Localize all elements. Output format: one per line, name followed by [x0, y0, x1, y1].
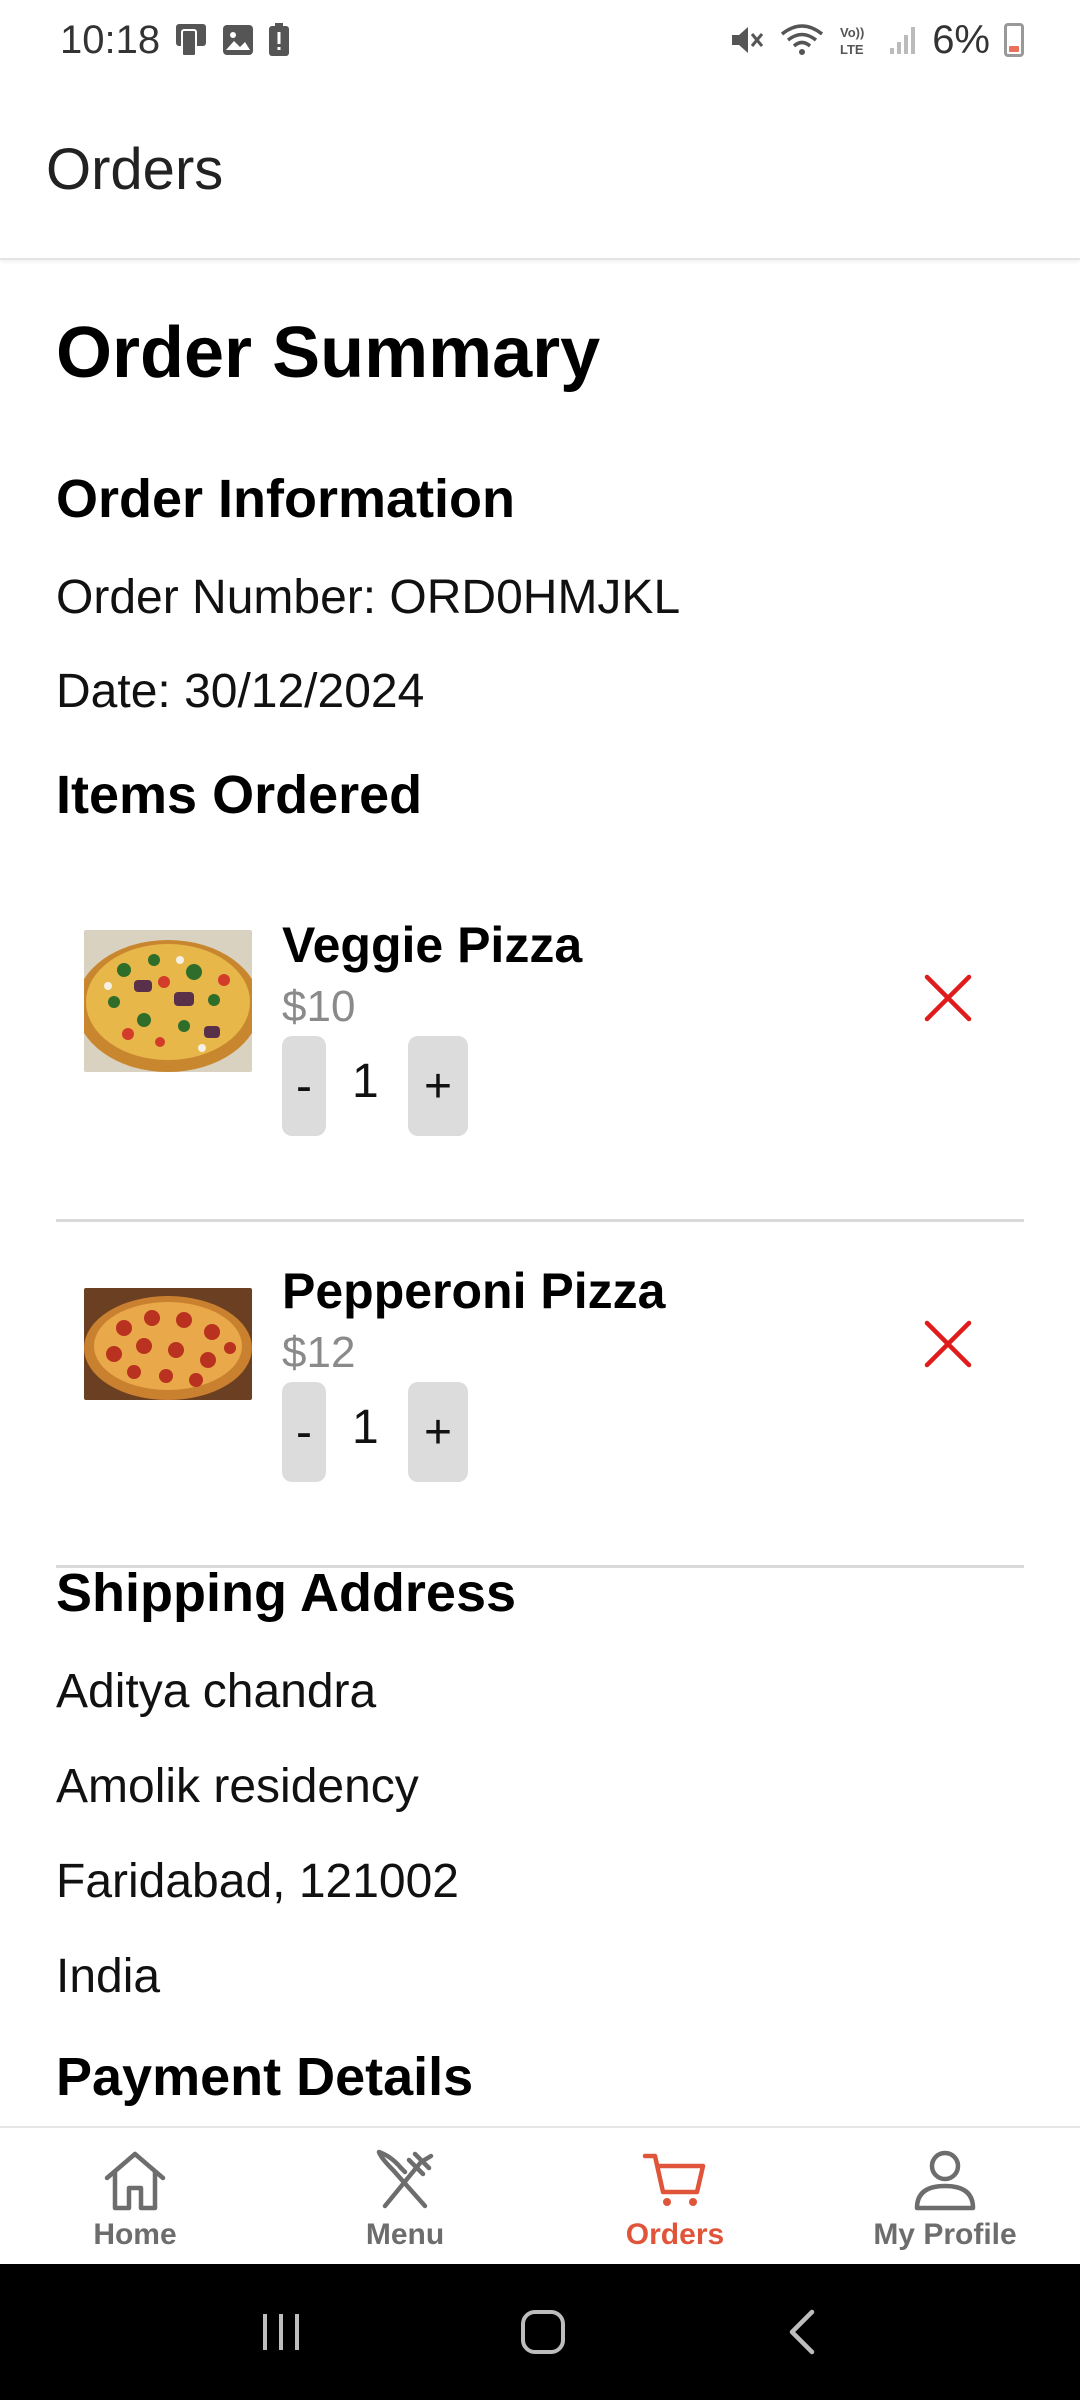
pepperoni-pizza-image	[84, 1288, 252, 1400]
shipping-city: Faridabad, 121002	[56, 1855, 459, 1908]
item-name: Veggie Pizza	[282, 917, 583, 973]
app-bar: Orders	[0, 80, 1080, 260]
home-button-icon[interactable]	[519, 2308, 567, 2356]
nav-home-label: Home	[93, 2218, 177, 2251]
volte-icon: Vo)) LTE	[838, 23, 874, 57]
orders-screen: 10:18 Vo)) LTE 6% Orders Order Summary O…	[0, 0, 1080, 2400]
item-name: Pepperoni Pizza	[282, 1263, 666, 1319]
shipping-address-heading: Shipping Address	[56, 1563, 517, 1623]
payment-details-heading: Payment Details	[56, 2047, 474, 2107]
mute-icon	[730, 24, 766, 56]
tablet-icon	[174, 22, 208, 58]
item-quantity: 1	[352, 1055, 379, 1108]
home-icon	[104, 2151, 166, 2211]
close-icon	[924, 974, 972, 1022]
increase-quantity-button[interactable]: +	[408, 1382, 468, 1482]
signal-icon	[888, 24, 918, 56]
back-icon[interactable]	[782, 2308, 822, 2356]
svg-text:LTE: LTE	[840, 42, 864, 57]
nav-home[interactable]: Home	[0, 2128, 270, 2264]
page-title: Orders	[46, 136, 224, 202]
veggie-pizza-image	[84, 930, 252, 1072]
item-price: $12	[282, 1328, 356, 1377]
system-navigation-bar	[0, 2264, 1080, 2400]
order-summary-content[interactable]: Order Summary Order Information Order Nu…	[0, 262, 1080, 2126]
status-bar: 10:18 Vo)) LTE 6%	[0, 0, 1080, 80]
status-time: 10:18	[60, 17, 161, 62]
nav-menu-label: Menu	[365, 2218, 445, 2251]
recent-apps-icon[interactable]	[258, 2309, 304, 2355]
battery-percent: 6%	[932, 17, 990, 62]
shipping-line1: Amolik residency	[56, 1760, 419, 1813]
wifi-icon	[780, 24, 824, 56]
order-information-heading: Order Information	[56, 469, 516, 529]
utensils-icon	[376, 2149, 434, 2209]
order-date: Date: 30/12/2024	[56, 665, 425, 718]
nav-profile-label: My Profile	[873, 2218, 1017, 2251]
shipping-country: India	[56, 1950, 161, 2003]
remove-item-button[interactable]	[918, 968, 978, 1028]
remove-item-button[interactable]	[918, 1314, 978, 1374]
decrease-quantity-button[interactable]: -	[282, 1036, 326, 1136]
order-number: Order Number: ORD0HMJKL	[56, 571, 681, 624]
nav-menu[interactable]: Menu	[270, 2128, 540, 2264]
battery-icon	[1004, 23, 1024, 57]
status-left: 10:18	[60, 18, 290, 63]
order-summary-title: Order Summary	[56, 313, 601, 393]
status-right: Vo)) LTE 6%	[730, 18, 1024, 63]
bottom-navigation: Home Menu Orders My Profile	[0, 2126, 1080, 2264]
nav-profile[interactable]: My Profile	[810, 2128, 1080, 2264]
decrease-quantity-button[interactable]: -	[282, 1382, 326, 1482]
item-quantity: 1	[352, 1401, 379, 1454]
order-item: Veggie Pizza $10 - 1 +	[56, 876, 1024, 1222]
image-icon	[222, 24, 254, 56]
items-ordered-heading: Items Ordered	[56, 765, 423, 825]
nav-orders[interactable]: Orders	[540, 2128, 810, 2264]
cart-icon	[642, 2153, 706, 2206]
item-price: $10	[282, 982, 356, 1031]
battery-alert-icon	[268, 23, 290, 57]
increase-quantity-button[interactable]: +	[408, 1036, 468, 1136]
order-item: Pepperoni Pizza $12 - 1 +	[56, 1222, 1024, 1568]
close-icon	[924, 1320, 972, 1368]
svg-text:Vo)): Vo))	[840, 25, 864, 40]
user-icon	[914, 2150, 976, 2211]
nav-orders-label: Orders	[625, 2218, 725, 2251]
shipping-name: Aditya chandra	[56, 1665, 377, 1718]
